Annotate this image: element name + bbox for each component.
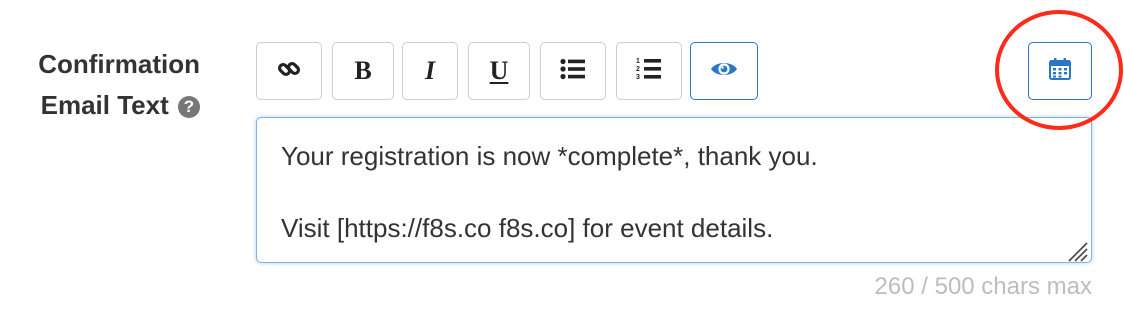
numbered-list-button[interactable]: 1 2 3 (616, 42, 682, 100)
email-text-field: Confirmation Email Text ? B I U 1 2 3 Yo… (0, 0, 1124, 330)
bold-glyph: B (354, 56, 372, 85)
svg-text:2: 2 (636, 66, 640, 73)
help-icon[interactable]: ? (178, 96, 200, 118)
resize-handle[interactable] (1065, 236, 1089, 262)
svg-text:3: 3 (636, 74, 640, 81)
character-counter: 260 / 500 chars max (874, 273, 1092, 300)
preview-button[interactable] (690, 42, 758, 100)
link-icon (276, 56, 302, 87)
underline-glyph: U (489, 56, 509, 85)
bold-button[interactable]: B (332, 42, 394, 100)
italic-glyph: I (424, 56, 436, 85)
field-label-text: Email Text (40, 90, 169, 120)
field-label-line2: Email Text ? (20, 85, 200, 126)
field-label: Confirmation Email Text ? (20, 44, 200, 126)
bulleted-list-icon (560, 58, 586, 85)
editor-blank-line (281, 174, 1067, 210)
italic-button[interactable]: I (402, 42, 458, 100)
bulleted-list-button[interactable] (540, 42, 606, 100)
numbered-list-icon: 1 2 3 (636, 57, 662, 86)
svg-text:1: 1 (636, 58, 640, 65)
editor-line: Visit [https://f8s.co f8s.co] for event … (281, 213, 774, 243)
calendar-icon (1048, 57, 1072, 86)
email-text-editor[interactable]: Your registration is now *complete*, tha… (256, 117, 1092, 263)
eye-icon (710, 59, 738, 84)
calendar-button[interactable] (1028, 42, 1092, 100)
link-button[interactable] (256, 42, 322, 100)
underline-button[interactable]: U (468, 42, 530, 100)
editor-line: Your registration is now *complete*, tha… (281, 141, 818, 171)
field-label-line1: Confirmation (38, 49, 200, 79)
